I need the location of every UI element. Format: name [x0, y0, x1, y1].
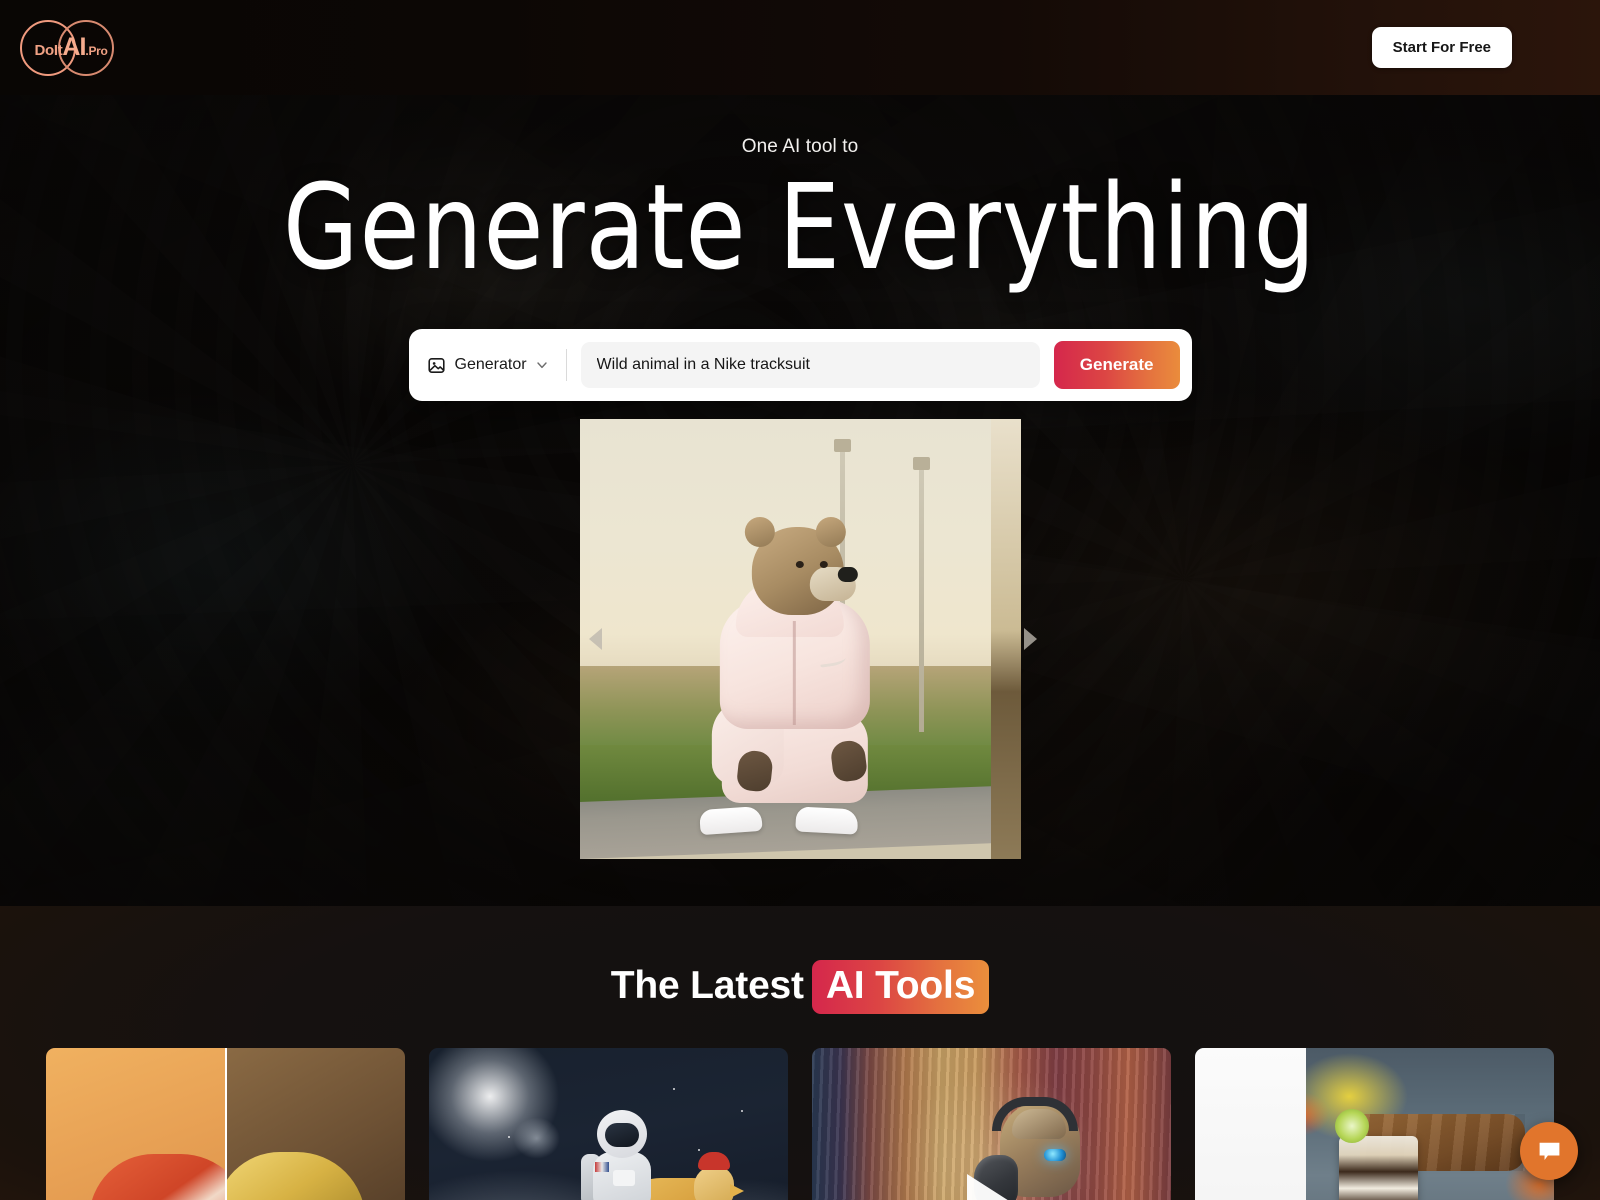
- astronaut-figure: [580, 1109, 663, 1200]
- hero-eyebrow: One AI tool to: [741, 136, 859, 157]
- logo-suffix: .Pro: [85, 44, 108, 58]
- slide-floodlight-right: [912, 456, 930, 732]
- image-icon: [427, 357, 445, 373]
- generate-button[interactable]: Generate: [1053, 341, 1180, 390]
- tool-card-astronaut-chicken[interactable]: [429, 1048, 788, 1200]
- landing-page: DoItAI.Pro Start For Free One AI tool to…: [0, 0, 1600, 1200]
- slide-bear-figure: [692, 503, 900, 836]
- hero-carousel: [580, 419, 1037, 860]
- logo-prefix: DoIt: [34, 42, 63, 59]
- prompt-input[interactable]: [580, 342, 1040, 389]
- search-divider: [565, 349, 567, 382]
- tools-title-plain: The Latest: [610, 964, 804, 1007]
- carousel-next-arrow-icon[interactable]: [1024, 628, 1037, 651]
- generator-mode-select[interactable]: Generator: [427, 329, 566, 401]
- tool-card-video-robot[interactable]: [812, 1048, 1171, 1200]
- tool-card-before-after[interactable]: [46, 1048, 405, 1200]
- tools-title-highlight: AI Tools: [811, 960, 990, 1014]
- tools-section-title: The Latest AI Tools: [0, 960, 1600, 1014]
- play-icon[interactable]: [966, 1174, 1017, 1200]
- carousel-prev-arrow-icon[interactable]: [589, 628, 602, 651]
- removed-background-area: [1195, 1048, 1307, 1200]
- site-header: DoItAI.Pro Start For Free: [0, 0, 1600, 95]
- chevron-down-icon: [536, 362, 547, 369]
- generator-search-bar: Generator Generate: [408, 329, 1192, 402]
- generator-mode-label: Generator: [454, 356, 527, 374]
- tool-card-background-removal[interactable]: [1195, 1048, 1554, 1200]
- logo-big: AI: [62, 33, 86, 61]
- lime-slice: [1335, 1108, 1369, 1143]
- chat-widget-button[interactable]: [1520, 1122, 1578, 1180]
- after-image: [225, 1048, 405, 1200]
- hero-section: One AI tool to Generate Everything Gener…: [0, 88, 1600, 906]
- start-for-free-button[interactable]: Start For Free: [1371, 27, 1512, 68]
- logo-text: DoItAI.Pro: [34, 33, 107, 62]
- latest-ai-tools-section: The Latest AI Tools: [0, 906, 1600, 1200]
- parfait-glass: [1338, 1136, 1418, 1200]
- site-logo[interactable]: DoItAI.Pro: [18, 17, 128, 79]
- hero-headline: Generate Everything: [283, 158, 1317, 296]
- before-image: [46, 1048, 226, 1200]
- headphones-band: [991, 1096, 1078, 1131]
- carousel-current-slide[interactable]: [580, 419, 1020, 860]
- tool-card-grid: [0, 1048, 1600, 1200]
- comparison-divider: [224, 1048, 227, 1200]
- carousel-next-slide-peek[interactable]: [991, 419, 1021, 860]
- chat-bubble-icon: [1539, 1142, 1559, 1160]
